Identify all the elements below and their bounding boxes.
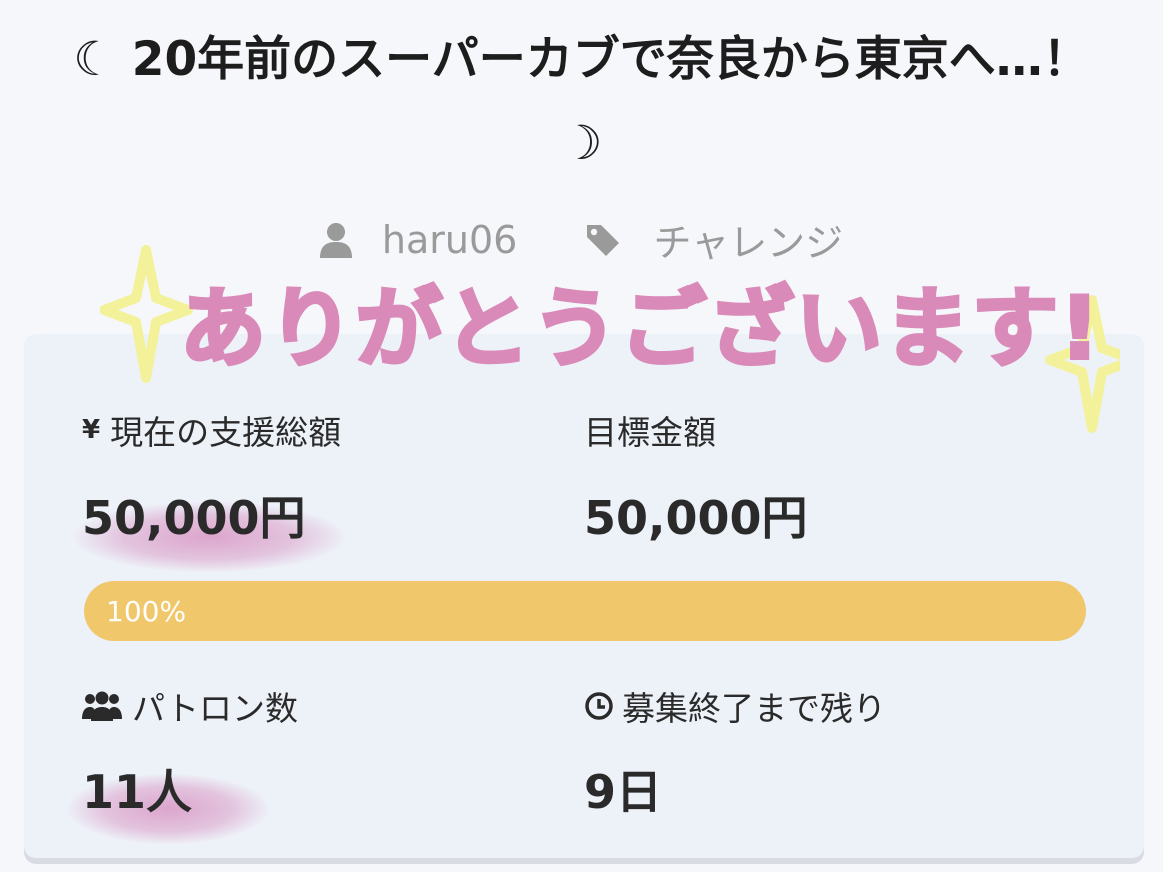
author-name: haru06 [381,217,518,262]
tag-icon [587,224,620,256]
progress-text: 100% [106,594,187,628]
current-total-label-row: ¥ 現在の支援総額 [82,406,341,454]
current-total-value: 50,000円 [82,491,306,545]
project-title: ☾ 20年前のスーパーカブで奈良から東京へ…！ ☽ [73,32,1090,171]
project-page: ☾ 20年前のスーパーカブで奈良から東京へ…！ ☽ haru06 チャレンジ ¥… [0,0,1163,872]
patrons-value: 11人 [82,765,193,819]
category-link[interactable]: チャレンジ [585,212,843,267]
progress-fill: 100% [84,581,1086,641]
yen-icon: ¥ [82,415,101,445]
progress-bar: 100% [84,581,1086,641]
users-icon [82,691,122,721]
patrons-label-row: パトロン数 [82,682,298,730]
goal-value: 50,000円 [584,491,808,545]
remaining-value: 9日 [584,765,663,819]
patrons-label: パトロン数 [132,689,298,728]
remaining-label: 募集終了まで残り [622,689,886,728]
current-total-label: 現在の支援総額 [110,413,342,452]
category-name: チャレンジ [653,221,844,265]
goal-label: 目標金額 [584,413,716,452]
remaining-label-row: 募集終了まで残り [584,682,886,730]
project-meta: haru06 チャレンジ [0,212,1163,272]
user-icon [319,222,352,258]
clock-icon [585,692,613,720]
funding-card: ¥ 現在の支援総額 50,000円 目標金額 50,000円 100% パトロン… [24,334,1144,858]
author-link[interactable]: haru06 [319,217,518,262]
